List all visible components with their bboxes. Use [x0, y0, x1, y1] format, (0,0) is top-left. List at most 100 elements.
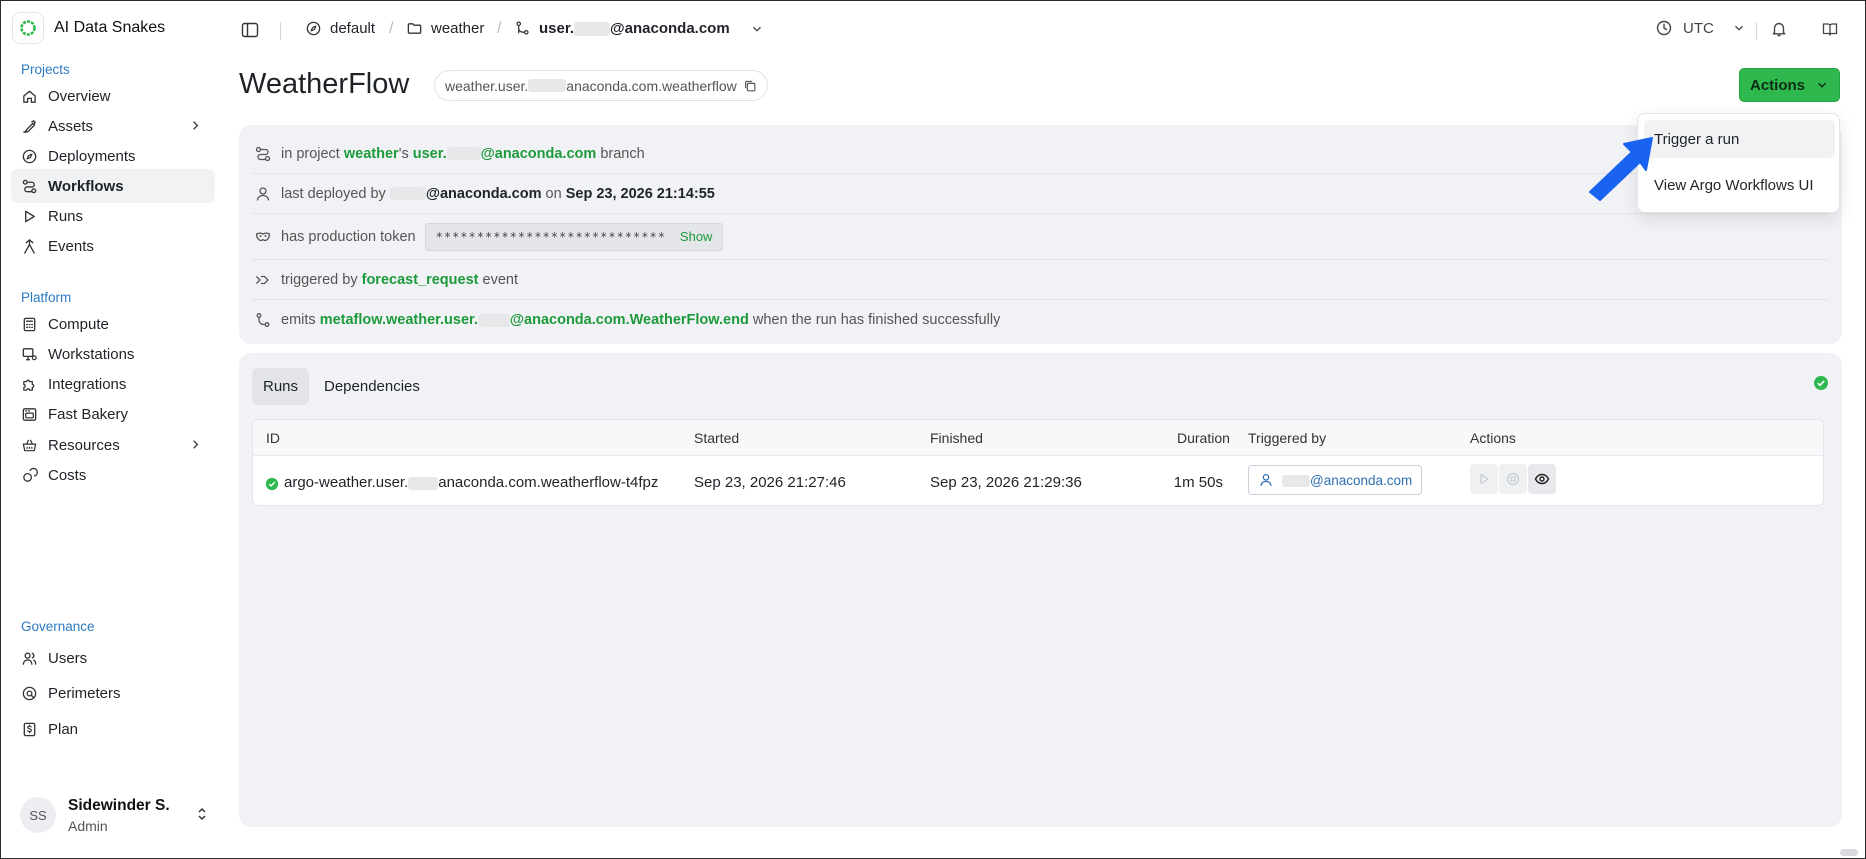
column-header-duration[interactable]: Duration	[1177, 430, 1230, 446]
sidebar-item-label: Runs	[48, 207, 84, 225]
info-text: last deployed by	[281, 185, 386, 202]
book-icon[interactable]	[1821, 20, 1839, 38]
column-header-started[interactable]: Started	[694, 430, 739, 446]
sidebar-item-plan[interactable]: Plan	[11, 712, 215, 746]
run-id-prefix: argo-weather.user.	[284, 474, 409, 491]
sidebar-item-workstations[interactable]: Workstations	[11, 337, 215, 371]
timezone-label: UTC	[1683, 19, 1714, 37]
column-header-id[interactable]: ID	[266, 430, 280, 446]
column-header-finished[interactable]: Finished	[930, 430, 983, 446]
timezone-selector[interactable]: UTC	[1655, 19, 1746, 37]
top-bar-divider	[280, 22, 281, 40]
info-row-emits: emits metaflow.weather.user. @anaconda.co…	[252, 300, 1829, 340]
dollar-icon	[23, 722, 36, 736]
sidebar-item-label: Compute	[48, 315, 109, 333]
scrollbar-thumb[interactable]	[1840, 849, 1858, 856]
sidebar-toggle-icon[interactable]	[240, 20, 260, 40]
play-icon	[25, 210, 35, 222]
run-duration: 1m 50s	[1173, 474, 1223, 491]
sidebar-item-label: Fast Bakery	[48, 405, 129, 423]
sidebar-item-compute[interactable]: Compute	[11, 307, 215, 341]
sidebar-item-workflows[interactable]: Workflows	[11, 169, 215, 203]
bell-icon[interactable]	[1770, 20, 1788, 38]
sidebar-item-integrations[interactable]: Integrations	[11, 367, 215, 401]
info-text: when the run has finished successfully	[752, 312, 1001, 328]
branch-prefix: user.	[412, 145, 447, 162]
emitted-event-link[interactable]: metaflow.weather.user. @anaconda.com.Weat…	[320, 312, 749, 328]
flow-id-prefix: weather.user.	[445, 77, 529, 94]
rerun-button[interactable]	[1470, 464, 1498, 494]
sidebar-item-deployments[interactable]: Deployments	[11, 139, 215, 173]
user-menu[interactable]: SS Sidewinder S. Admin	[20, 793, 210, 837]
info-text: branch	[600, 145, 645, 162]
sidebar-item-label: Deployments	[48, 147, 136, 165]
sidebar-item-label: Users	[48, 649, 88, 667]
breadcrumb-branch-suffix: @anaconda.com	[610, 20, 730, 37]
redacted-text	[1282, 474, 1310, 487]
breadcrumb-branch[interactable]: user. @anaconda.com	[514, 20, 764, 37]
info-text: on	[545, 185, 562, 202]
stop-run-button[interactable]	[1499, 464, 1527, 494]
puzzle-icon	[23, 379, 35, 391]
brand[interactable]: AI Data Snakes	[12, 12, 165, 44]
info-text: in project	[281, 145, 340, 162]
branch-suffix: @anaconda.com	[480, 145, 597, 162]
show-token-button[interactable]: Show	[680, 229, 713, 244]
app-name: AI Data Snakes	[54, 19, 166, 36]
actions-dropdown-menu: Trigger a run View Argo Workflows UI	[1637, 113, 1840, 213]
sidebar-item-costs[interactable]: Costs	[11, 458, 215, 492]
breadcrumb-perimeter[interactable]: default	[305, 20, 375, 37]
sidebar-item-label: Resources	[48, 436, 120, 454]
section-label-projects: Projects	[21, 62, 70, 77]
info-text: has production token	[281, 228, 416, 245]
flow-id-chip[interactable]: weather.user. anaconda.com.weatherflow	[434, 70, 768, 101]
sidebar-item-events[interactable]: Events	[11, 229, 215, 263]
sidebar-item-fast-bakery[interactable]: Fast Bakery	[11, 397, 215, 431]
folder-icon	[407, 23, 422, 34]
menu-item-view-argo-ui[interactable]: View Argo Workflows UI	[1644, 166, 1835, 204]
annotation-arrow-icon	[1589, 137, 1653, 201]
menu-item-trigger-run[interactable]: Trigger a run	[1644, 120, 1835, 158]
sidebar-item-assets[interactable]: Assets	[11, 109, 215, 143]
triggered-by-user: @anaconda.com	[1310, 472, 1413, 488]
breadcrumb-project[interactable]: weather	[406, 20, 484, 37]
mask-icon	[255, 232, 271, 241]
emitted-event-suffix: @anaconda.com.WeatherFlow.end	[509, 312, 749, 328]
breadcrumb-separator: /	[389, 20, 394, 37]
breadcrumb-project-label: weather	[431, 20, 485, 37]
sidebar-item-label: Workflows	[48, 177, 124, 195]
view-run-button[interactable]	[1528, 464, 1556, 494]
run-finished: Sep 23, 2026 21:29:36	[930, 474, 1082, 491]
trigger-event-link[interactable]: forecast_request	[362, 272, 479, 288]
triggered-by-chip[interactable]: @anaconda.com	[1248, 465, 1423, 495]
tab-dependencies[interactable]: Dependencies	[313, 368, 431, 405]
oven-icon	[22, 407, 37, 421]
redacted-text	[477, 313, 510, 327]
sidebar-item-resources[interactable]: Resources	[11, 428, 215, 462]
deployed-at: Sep 23, 2026 21:14:55	[565, 185, 715, 202]
run-id[interactable]: argo-weather.user. anaconda.com.weatherfl…	[284, 474, 658, 491]
chevron-down-icon	[1818, 82, 1826, 88]
eye-icon	[1534, 473, 1550, 485]
sidebar-item-runs[interactable]: Runs	[11, 199, 215, 233]
user-icon	[1260, 474, 1272, 486]
sidebar-item-users[interactable]: Users	[11, 641, 215, 675]
sidebar-item-overview[interactable]: Overview	[11, 79, 215, 113]
users-icon	[22, 652, 37, 665]
status-success-icon	[265, 477, 279, 491]
tab-runs[interactable]: Runs	[252, 368, 310, 405]
info-row-token: has production token *******************…	[252, 214, 1829, 260]
logo-ring-icon	[20, 20, 36, 36]
runs-table: ID Started Finished Duration Triggered b…	[252, 419, 1824, 506]
copy-icon[interactable]	[743, 79, 757, 93]
redacted-text	[574, 22, 611, 37]
run-id-suffix: anaconda.com.weatherflow-t4fpz	[438, 474, 659, 491]
perimeter-icon	[22, 686, 37, 700]
monitor-icon	[22, 347, 37, 360]
branch-link[interactable]: user. @anaconda.com	[413, 146, 597, 162]
column-header-triggered-by: Triggered by	[1248, 430, 1327, 446]
sidebar-item-perimeters[interactable]: Perimeters	[11, 676, 215, 710]
project-link[interactable]: weather	[344, 146, 399, 162]
redacted-text	[389, 187, 426, 201]
actions-button[interactable]: Actions	[1739, 68, 1840, 102]
